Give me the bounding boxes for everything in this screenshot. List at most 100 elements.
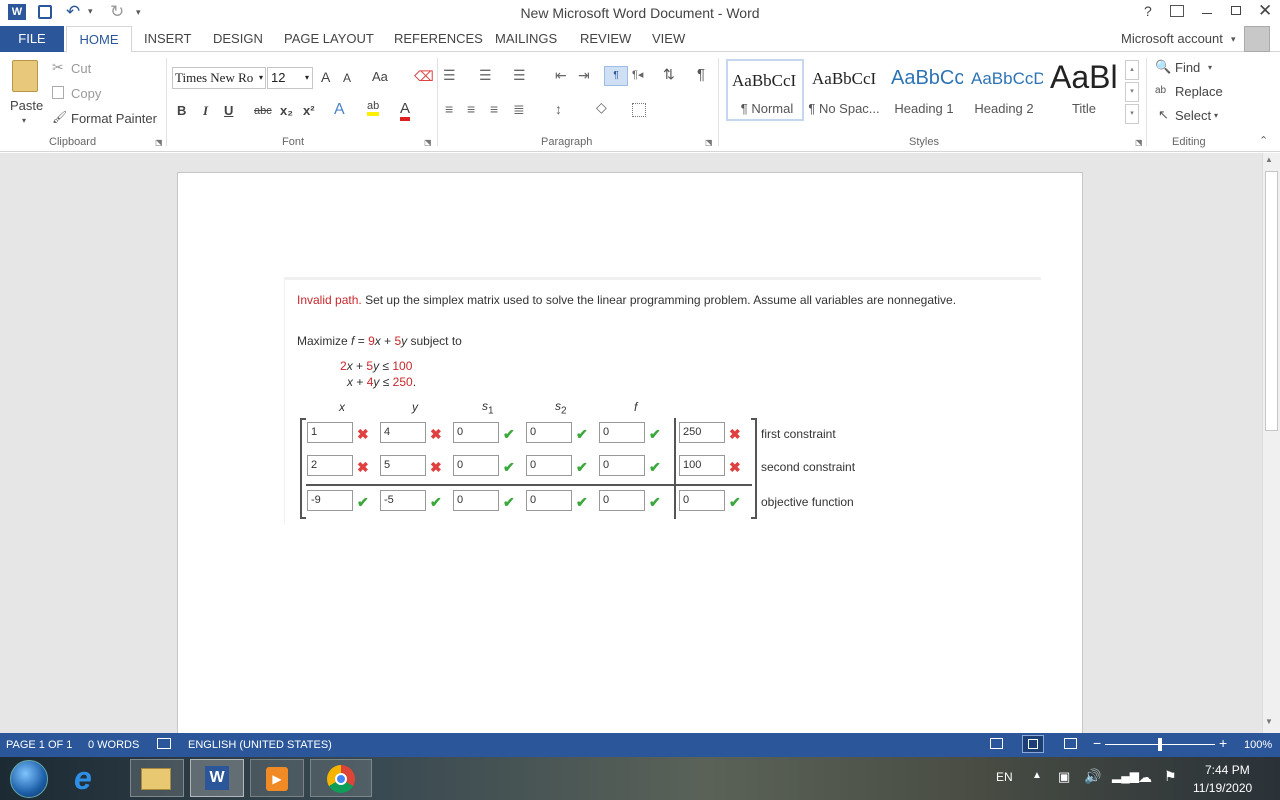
copy-button[interactable]: Copy — [71, 86, 101, 101]
account-menu[interactable]: Microsoft account — [1121, 26, 1223, 52]
sort-icon[interactable]: ⇅ — [663, 66, 675, 83]
internet-explorer-icon[interactable]: e — [74, 761, 92, 795]
shading-icon[interactable]: ◇ — [596, 99, 607, 116]
chevron-down-icon[interactable]: ▾ — [1214, 111, 1218, 120]
matrix-cell-input[interactable]: 0 — [599, 490, 645, 511]
word-count[interactable]: 0 WORDS — [88, 739, 139, 751]
justify-icon[interactable]: ≣ — [513, 101, 525, 118]
help-button[interactable]: ? — [1144, 3, 1152, 19]
matrix-cell-input[interactable]: 1 — [307, 422, 353, 443]
network-device-icon[interactable]: ▣ — [1058, 769, 1070, 785]
file-explorer-icon[interactable] — [130, 759, 184, 797]
account-dropdown-icon[interactable]: ▾ — [1231, 34, 1236, 45]
tab-references[interactable]: REFERENCES — [394, 26, 483, 52]
matrix-cell-input[interactable]: 2 — [307, 455, 353, 476]
matrix-cell-input[interactable]: 4 — [380, 422, 426, 443]
underline-button[interactable]: U — [224, 103, 233, 118]
font-color-button[interactable]: A — [400, 100, 411, 121]
styles-scroll-up[interactable]: ▴ — [1125, 60, 1139, 80]
avatar[interactable] — [1244, 26, 1270, 52]
scroll-down-icon[interactable]: ▼ — [1265, 717, 1273, 726]
matrix-cell-input[interactable]: -9 — [307, 490, 353, 511]
styles-launcher-icon[interactable]: ⬔ — [1135, 138, 1143, 147]
italic-button[interactable]: I — [203, 103, 208, 119]
matrix-cell-input[interactable]: 0 — [599, 455, 645, 476]
matrix-cell-input[interactable]: 0 — [453, 422, 499, 443]
numbering-icon[interactable]: ☰ — [479, 67, 492, 84]
tab-review[interactable]: REVIEW — [580, 26, 631, 52]
line-spacing-icon[interactable]: ↕ — [555, 101, 562, 117]
bold-button[interactable]: B — [177, 103, 186, 118]
style-heading-2[interactable]: AaBbCcD Heading 2 — [965, 59, 1043, 121]
multilevel-list-icon[interactable]: ☰ — [513, 67, 526, 84]
subscript-button[interactable]: x₂ — [280, 103, 293, 118]
minimize-icon[interactable] — [1202, 13, 1212, 14]
web-layout-icon[interactable] — [1064, 738, 1077, 749]
rtl-direction-icon[interactable]: ¶◂ — [632, 68, 643, 81]
language-indicator[interactable]: ENGLISH (UNITED STATES) — [188, 739, 332, 751]
align-right-icon[interactable]: ≡ — [490, 101, 498, 117]
matrix-cell-input[interactable]: 0 — [599, 422, 645, 443]
paste-icon[interactable] — [12, 60, 38, 92]
highlight-button[interactable]: ab — [367, 100, 380, 116]
clipboard-launcher-icon[interactable]: ⬔ — [155, 138, 163, 147]
paste-dropdown-icon[interactable]: ▾ — [22, 116, 26, 125]
page-count[interactable]: PAGE 1 OF 1 — [6, 739, 72, 751]
tab-home[interactable]: HOME — [66, 26, 132, 53]
cut-button[interactable]: Cut — [71, 61, 91, 76]
show-hidden-icons-icon[interactable]: ▲ — [1032, 770, 1042, 781]
strikethrough-button[interactable]: abc — [254, 105, 272, 117]
replace-button[interactable]: Replace — [1175, 84, 1223, 99]
select-button[interactable]: Select — [1175, 108, 1211, 123]
matrix-cell-input[interactable]: -5 — [380, 490, 426, 511]
zoom-in-icon[interactable]: + — [1219, 735, 1227, 751]
volume-icon[interactable]: 🔊 — [1084, 768, 1101, 785]
vertical-scrollbar[interactable]: ▲ ▼ — [1262, 153, 1280, 733]
signal-icon[interactable]: ▂▄▆ — [1112, 769, 1139, 783]
font-name-box[interactable]: Times New Ro ▾ — [172, 67, 266, 89]
shrink-font-button[interactable]: A — [343, 71, 351, 85]
media-player-icon[interactable]: ▶ — [250, 759, 304, 797]
clear-formatting-icon[interactable]: ⌫ — [414, 68, 434, 85]
matrix-cell-input[interactable]: 5 — [380, 455, 426, 476]
tab-page-layout[interactable]: PAGE LAYOUT — [284, 26, 374, 52]
matrix-cell-input[interactable]: 0 — [453, 455, 499, 476]
zoom-slider-thumb[interactable] — [1158, 738, 1162, 751]
ribbon-display-icon[interactable] — [1170, 5, 1184, 17]
matrix-rhs-input[interactable]: 250 — [679, 422, 725, 443]
print-layout-icon[interactable] — [1022, 735, 1044, 753]
tab-view[interactable]: VIEW — [652, 26, 685, 52]
zoom-out-icon[interactable]: − — [1093, 735, 1101, 751]
matrix-rhs-input[interactable]: 0 — [679, 490, 725, 511]
style-heading-1[interactable]: AaBbCc Heading 1 — [885, 59, 963, 121]
align-left-icon[interactable]: ≡ — [445, 101, 453, 117]
style-normal[interactable]: AaBbCcI ¶ Normal — [726, 59, 804, 121]
start-button[interactable] — [10, 760, 48, 798]
borders-icon[interactable] — [632, 103, 646, 117]
chevron-down-icon[interactable]: ▾ — [1208, 63, 1212, 72]
increase-indent-icon[interactable]: ⇥ — [578, 67, 590, 84]
paragraph-launcher-icon[interactable]: ⬔ — [705, 138, 713, 147]
word-taskbar-icon[interactable]: W — [190, 759, 244, 797]
matrix-rhs-input[interactable]: 100 — [679, 455, 725, 476]
input-language[interactable]: EN — [996, 770, 1013, 784]
read-mode-icon[interactable] — [990, 738, 1003, 749]
matrix-cell-input[interactable]: 0 — [526, 455, 572, 476]
zoom-level[interactable]: 100% — [1244, 739, 1272, 751]
show-formatting-icon[interactable]: ¶ — [697, 66, 705, 83]
find-button[interactable]: Find — [1175, 60, 1200, 75]
chrome-icon[interactable] — [310, 759, 372, 797]
tab-insert[interactable]: INSERT — [144, 26, 191, 52]
text-effects-button[interactable]: A — [334, 101, 345, 119]
paste-button[interactable]: Paste — [10, 98, 43, 113]
collapse-ribbon-icon[interactable]: ⌃ — [1259, 134, 1268, 147]
clock-time[interactable]: 7:44 PM — [1205, 763, 1250, 777]
restore-icon[interactable] — [1231, 6, 1241, 15]
proofing-icon[interactable] — [157, 738, 171, 749]
font-launcher-icon[interactable]: ⬔ — [424, 138, 432, 147]
styles-more[interactable]: ▾ — [1125, 104, 1139, 124]
ltr-direction-icon[interactable]: ¶ — [604, 66, 628, 86]
decrease-indent-icon[interactable]: ⇤ — [555, 67, 567, 84]
tab-mailings[interactable]: MAILINGS — [495, 26, 557, 52]
scroll-up-icon[interactable]: ▲ — [1265, 155, 1273, 164]
